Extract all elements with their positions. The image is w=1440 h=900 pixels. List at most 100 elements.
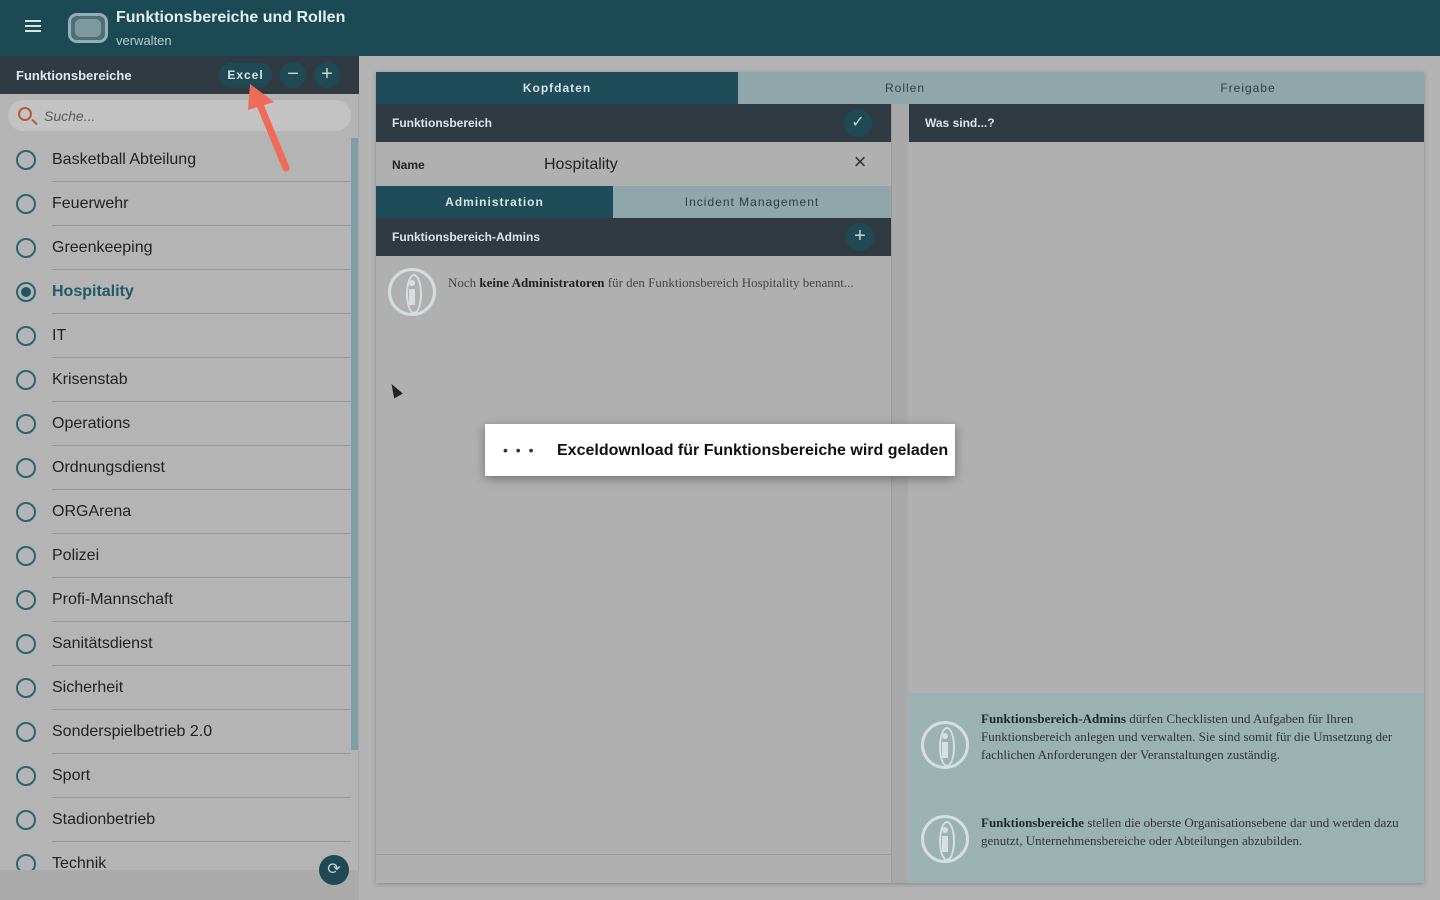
list-item-label: IT [52,327,67,344]
list-item-label: Sanitätsdienst [52,635,153,652]
help-box: Funktionsbereich-Admins dürfen Checklist… [909,693,1424,883]
list-item[interactable]: Greenkeeping [0,226,351,270]
radio-icon[interactable] [16,458,36,478]
radio-icon[interactable] [16,634,36,654]
list-item-label: ORGArena [52,503,132,520]
list-item[interactable]: Feuerwehr [0,182,351,226]
list-item[interactable]: Sonderspielbetrieb 2.0 [0,710,351,754]
radio-icon[interactable] [16,502,36,522]
list-item[interactable]: Operations [0,402,351,446]
hamburger-menu-icon[interactable] [25,20,41,34]
toast-message: Exceldownload für Funktionsbereiche wird… [557,442,949,459]
list-item-label: Hospitality [52,283,134,300]
list-item[interactable]: Stadionbetrieb [0,798,351,842]
plus-icon: + [854,225,866,247]
list-item[interactable]: Krisenstab [0,358,351,402]
radio-icon[interactable] [16,678,36,698]
help-header: Was sind...? [909,104,1424,142]
help-bereiche-term: Funktionsbereiche [981,815,1085,830]
close-icon: × [853,149,867,174]
radio-icon[interactable] [16,414,36,434]
annotation-arrow-icon [248,84,290,172]
tab-rollen[interactable]: Rollen [738,72,1072,104]
name-field[interactable] [544,154,844,176]
radio-icon[interactable] [16,810,36,830]
list-item-label: Sport [52,767,91,784]
funktionsbereich-list: Basketball Abteilung Feuerwehr Greenkeepin… [0,138,351,886]
list-item[interactable]: Profi-Mannschaft [0,578,351,622]
empty-bold: keine Administratoren [479,275,605,290]
list-item[interactable]: Hospitality [0,270,351,314]
sidebar: Basketball Abteilung Feuerwehr Greenkeepin… [0,94,359,900]
add-button[interactable]: + [314,62,340,88]
help-admins-term: Funktionsbereich-Admins [981,711,1126,726]
loading-toast: • • • Exceldownload für Funktionsbereich… [485,424,955,476]
admins-title: Funktionsbereich-Admins [392,230,541,244]
radio-icon[interactable] [16,590,36,610]
list-item[interactable]: Sicherheit [0,666,351,710]
list-item-label: Ordnungsdienst [52,459,165,476]
list-item-label: Stadionbetrieb [52,811,156,828]
list-item[interactable]: Sport [0,754,351,798]
help-admins-text: Funktionsbereich-Admins dürfen Checklist… [981,710,1401,764]
tab-incident-management[interactable]: Incident Management [613,186,891,218]
list-item[interactable]: ORGArena [0,490,351,534]
list-item-label: Profi-Mannschaft [52,591,173,608]
list-item-label: Sicherheit [52,679,124,696]
column-gap [892,104,908,883]
tab-freigabe[interactable]: Freigabe [1072,72,1424,104]
list-item[interactable]: IT [0,314,351,358]
list-item-label: Polizei [52,547,100,564]
radio-icon[interactable] [16,238,36,258]
main-tabs: Kopfdaten Rollen Freigabe [376,72,1424,104]
main-card: Kopfdaten Rollen Freigabe Funktionsberei… [376,72,1424,883]
app-title: Funktionsbereiche und Rollen [116,9,346,26]
info-icon [921,815,969,863]
loading-dots-icon: • • • [503,442,536,458]
list-item-label: Operations [52,415,131,432]
tab-kopfdaten[interactable]: Kopfdaten [376,72,738,104]
check-icon: ✓ [851,114,865,131]
radio-icon[interactable] [16,326,36,346]
radio-icon[interactable] [16,546,36,566]
info-icon [388,268,436,316]
name-row: Name × [376,142,891,186]
help-bereiche-text: Funktionsbereiche stellen die oberste Or… [981,814,1401,850]
search-icon [18,107,32,121]
radio-icon[interactable] [16,150,36,170]
radio-icon[interactable] [16,194,36,214]
app-subtitle: verwalten [116,33,172,48]
list-item[interactable]: Polizei [0,534,351,578]
empty-prefix: Noch [448,275,480,290]
scrollbar[interactable] [351,138,358,750]
info-icon [921,721,969,769]
admins-header: Funktionsbereich-Admins + [376,218,891,256]
tab-administration[interactable]: Administration [376,186,613,218]
clear-name-button[interactable]: × [850,149,870,174]
list-item[interactable]: Ordnungsdienst [0,446,351,490]
list-item[interactable]: Sanitätsdienst [0,622,351,666]
radio-icon[interactable] [16,722,36,742]
refresh-button[interactable]: ⟳ [319,855,349,885]
empty-admins-message: Noch keine Administratoren für den Funkt… [448,274,868,292]
radio-icon[interactable] [16,766,36,786]
help-title: Was sind...? [925,116,995,130]
list-item-label: Feuerwehr [52,195,129,212]
list-item-label: Sonderspielbetrieb 2.0 [52,723,213,740]
list-item-label: Greenkeeping [52,239,153,256]
funktionsbereich-header: Funktionsbereich ✓ [376,104,891,142]
save-check-button[interactable]: ✓ [844,109,872,137]
list-item-label: Krisenstab [52,371,128,388]
section-title: Funktionsbereich [392,116,493,130]
sub-tabs: Administration Incident Management [376,186,891,218]
divider [376,854,891,855]
app-header: Funktionsbereiche und Rollen verwalten [0,0,1440,56]
sidebar-footer [0,870,359,900]
sidebar-title: Funktionsbereiche [16,68,132,83]
name-label: Name [392,158,425,172]
radio-icon[interactable] [16,370,36,390]
list-item-label: Basketball Abteilung [52,151,197,168]
radio-checked-icon[interactable] [16,282,36,302]
add-admin-button[interactable]: + [846,223,874,251]
empty-suffix: für den Funktionsbereich Hospitality ben… [604,275,854,290]
